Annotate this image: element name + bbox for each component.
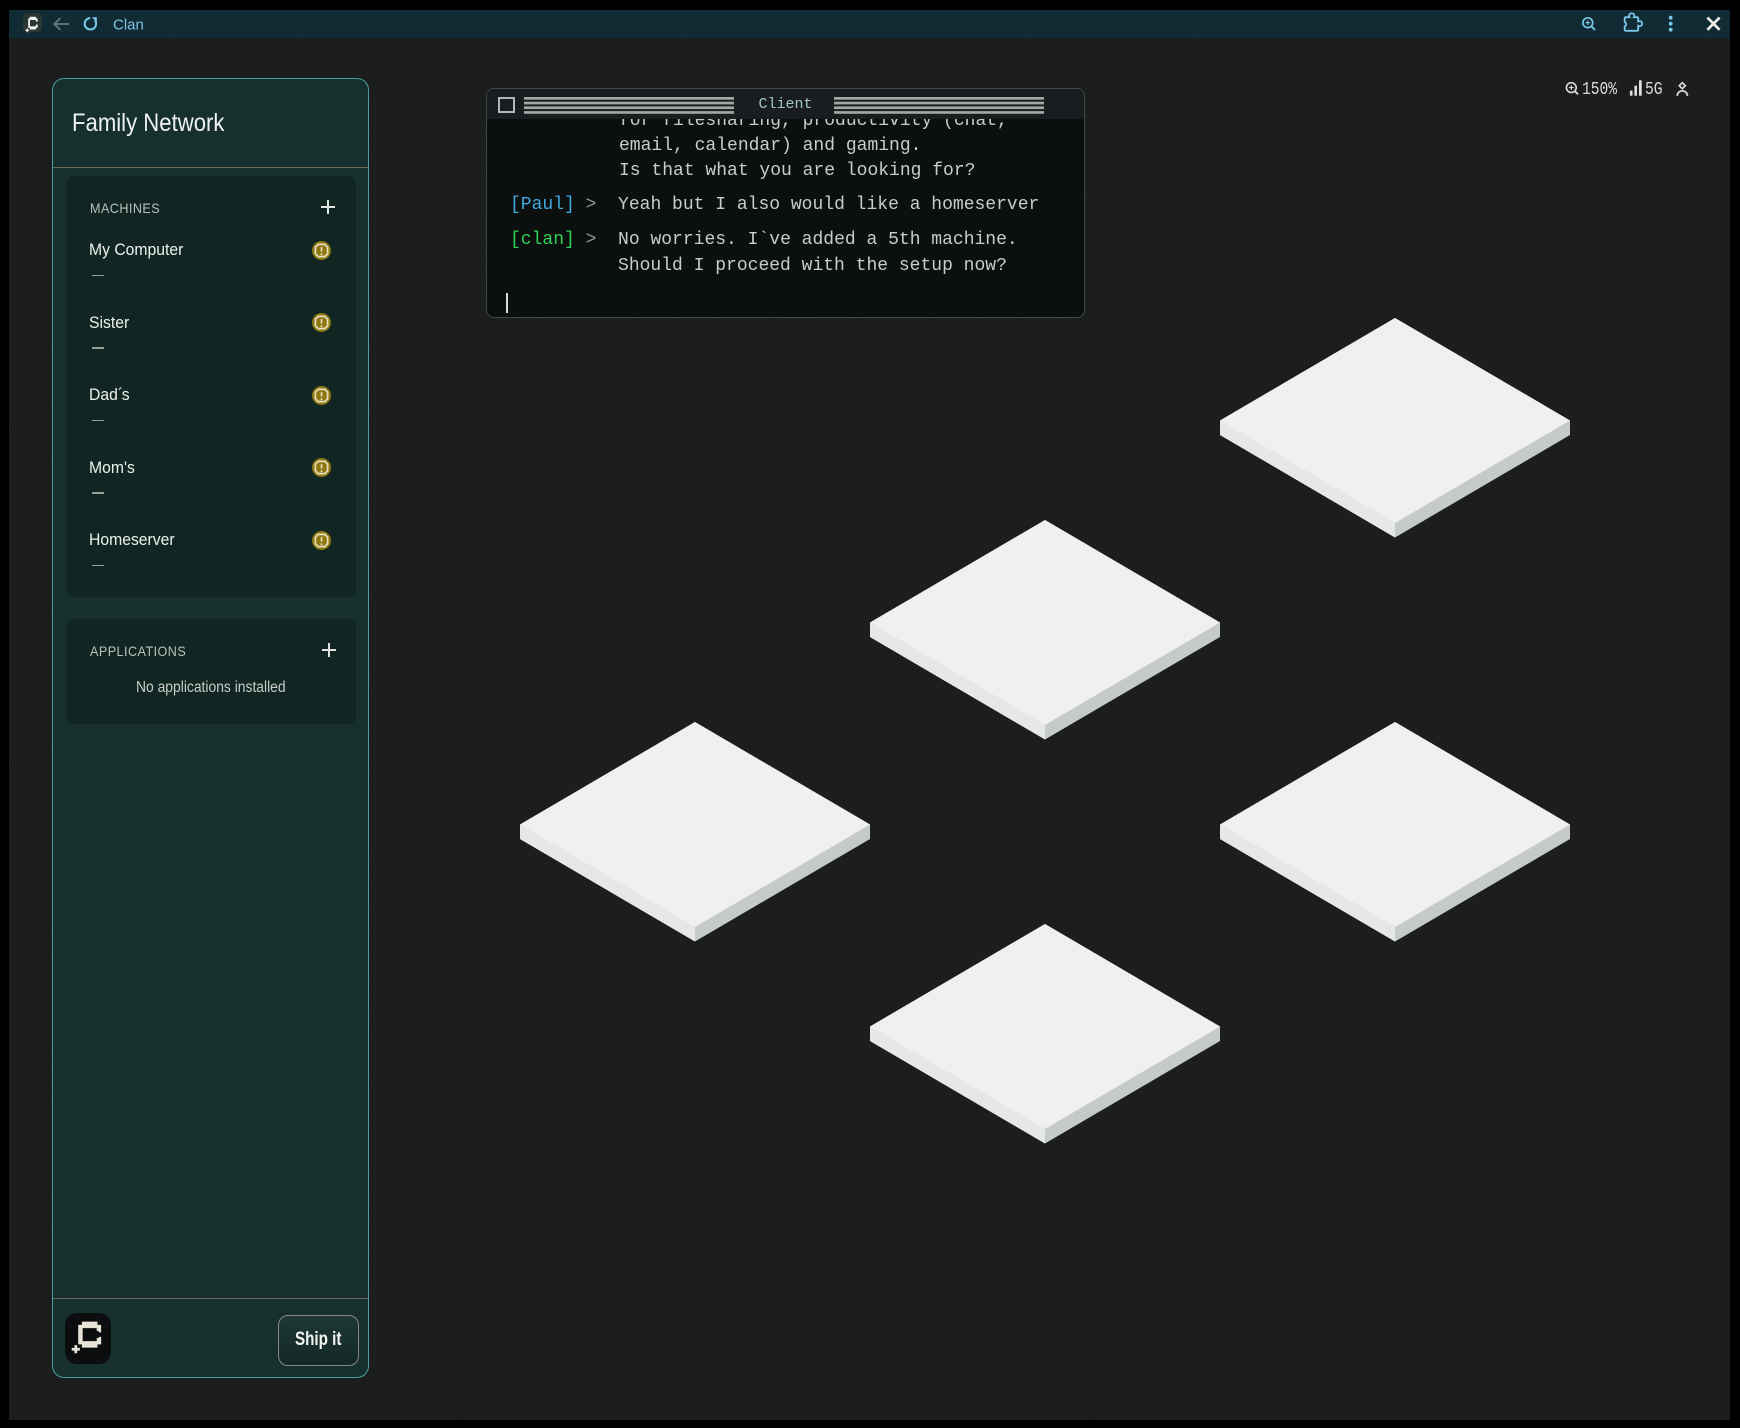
svg-text:Clan: Clan [113, 17, 144, 34]
